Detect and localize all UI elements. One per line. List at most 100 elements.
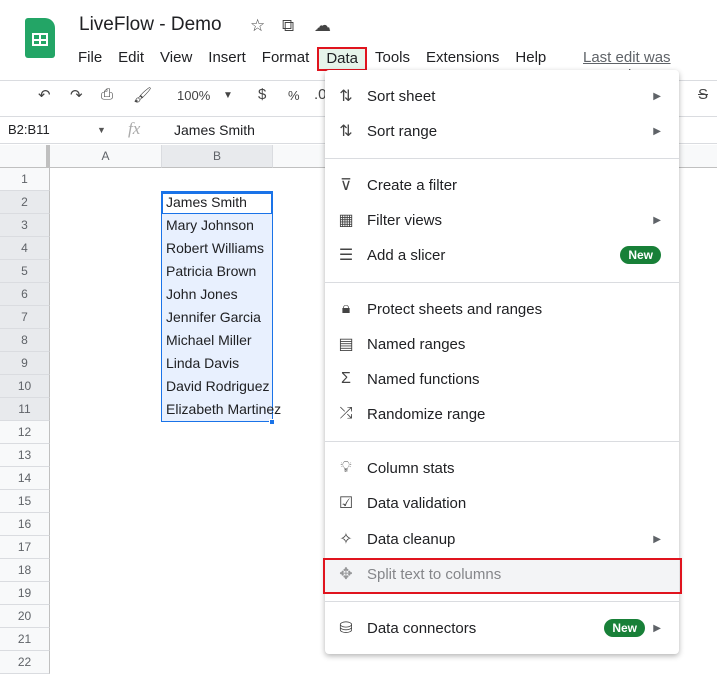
shuffle-icon: ⤮ <box>339 405 353 422</box>
new-badge: New <box>604 619 645 637</box>
row-header[interactable]: 5 <box>0 260 50 283</box>
menu-view[interactable]: View <box>152 47 200 71</box>
row-header[interactable]: 4 <box>0 237 50 260</box>
menu-item-named-ranges[interactable]: ▤ Named ranges <box>325 327 679 361</box>
submenu-arrow-icon: ▶ <box>653 533 661 545</box>
cell-b11[interactable]: Elizabeth Martinez <box>162 398 281 421</box>
menu-insert[interactable]: Insert <box>200 47 254 71</box>
filter-views-icon: ▦ <box>338 212 354 229</box>
menu-help[interactable]: Help <box>507 47 554 71</box>
sheets-logo[interactable] <box>25 18 55 58</box>
menu-bar: File Edit View Insert Format Data Tools … <box>70 47 554 71</box>
sort-icon: ⇅ <box>339 88 353 105</box>
cell-b6[interactable]: John Jones <box>162 283 272 306</box>
menu-item-sort-sheet[interactable]: ⇅ Sort sheet ▶ <box>325 79 679 113</box>
cell-b7[interactable]: Jennifer Garcia <box>162 306 272 329</box>
row-header[interactable]: 21 <box>0 628 50 651</box>
validation-icon: ☑ <box>338 495 354 512</box>
zoom-select[interactable]: 100% <box>177 88 210 103</box>
row-header[interactable]: 3 <box>0 214 50 237</box>
menu-tools[interactable]: Tools <box>367 47 418 71</box>
cell-b8[interactable]: Michael Miller <box>162 329 272 352</box>
cell-b4[interactable]: Robert Williams <box>162 237 272 260</box>
row-header[interactable]: 15 <box>0 490 50 513</box>
strikethrough-icon[interactable]: S <box>698 86 708 103</box>
row-header[interactable]: 9 <box>0 352 50 375</box>
menu-divider <box>325 601 679 602</box>
row-header[interactable]: 17 <box>0 536 50 559</box>
move-folder-icon[interactable]: ⧉ <box>282 16 294 36</box>
cell-b9[interactable]: Linda Davis <box>162 352 272 375</box>
new-badge: New <box>620 246 661 264</box>
cell-b2[interactable]: James Smith <box>162 191 272 214</box>
formula-input[interactable]: James Smith <box>174 122 255 138</box>
menu-item-sort-range[interactable]: ⇅ Sort range ▶ <box>325 114 679 148</box>
row-header[interactable]: 12 <box>0 421 50 444</box>
database-icon: ⛁ <box>339 620 353 637</box>
row-header[interactable]: 16 <box>0 513 50 536</box>
highlight-box <box>323 558 682 594</box>
row-header[interactable]: 13 <box>0 444 50 467</box>
row-header[interactable]: 22 <box>0 651 50 674</box>
column-header-a[interactable]: A <box>50 145 162 168</box>
row-header[interactable]: 7 <box>0 306 50 329</box>
row-header[interactable]: 20 <box>0 605 50 628</box>
lightbulb-icon: 💡︎ <box>340 459 352 476</box>
menu-extensions[interactable]: Extensions <box>418 47 507 71</box>
row-header[interactable]: 19 <box>0 582 50 605</box>
row-header[interactable]: 6 <box>0 283 50 306</box>
chevron-down-icon[interactable]: ▼ <box>97 125 106 135</box>
menu-item-label: Data validation <box>367 494 467 512</box>
star-icon[interactable]: ☆ <box>250 16 265 36</box>
currency-button[interactable]: $ <box>258 86 266 103</box>
menu-item-data-cleanup[interactable]: ✧ Data cleanup ▶ <box>325 522 679 556</box>
menu-file[interactable]: File <box>70 47 110 71</box>
named-ranges-icon: ▤ <box>338 336 354 353</box>
row-header[interactable]: 2 <box>0 191 50 214</box>
filter-icon: ⊽ <box>340 177 352 194</box>
menu-item-label: Named functions <box>367 370 480 388</box>
menu-edit[interactable]: Edit <box>110 47 152 71</box>
menu-item-add-a-slicer[interactable]: ☰ Add a slicer New <box>325 238 679 272</box>
row-header[interactable]: 14 <box>0 467 50 490</box>
submenu-arrow-icon: ▶ <box>653 622 661 634</box>
menu-item-label: Named ranges <box>367 335 466 353</box>
menu-item-named-functions[interactable]: Σ Named functions <box>325 362 679 396</box>
menu-data[interactable]: Data <box>317 47 367 71</box>
undo-icon[interactable]: ↶ <box>38 86 51 104</box>
fx-icon: fx <box>128 119 141 138</box>
redo-icon[interactable]: ↷ <box>70 86 83 104</box>
lock-icon: 🔒︎ <box>341 300 351 317</box>
row-header[interactable]: 8 <box>0 329 50 352</box>
column-header-b[interactable]: B <box>162 145 273 168</box>
select-all-corner[interactable] <box>0 145 50 168</box>
name-box[interactable]: B2:B11 <box>8 122 50 137</box>
menu-item-protect-sheets-and-ranges[interactable]: 🔒︎ Protect sheets and ranges <box>325 292 679 326</box>
cell-b10[interactable]: David Rodriguez <box>162 375 272 398</box>
row-header[interactable]: 1 <box>0 168 50 191</box>
menu-item-label: Create a filter <box>367 176 458 194</box>
menu-item-filter-views[interactable]: ▦ Filter views ▶ <box>325 203 679 237</box>
menu-item-randomize-range[interactable]: ⤮ Randomize range <box>325 397 679 431</box>
row-header[interactable]: 11 <box>0 398 50 421</box>
cloud-status-icon[interactable]: ☁ <box>314 16 331 36</box>
menu-format[interactable]: Format <box>254 47 318 71</box>
percent-button[interactable]: % <box>288 88 300 103</box>
paint-format-icon[interactable]: 🖌 <box>133 86 152 104</box>
submenu-arrow-icon: ▶ <box>653 90 661 102</box>
fill-handle[interactable] <box>269 419 275 425</box>
row-header[interactable]: 18 <box>0 559 50 582</box>
cell-b5[interactable]: Patricia Brown <box>162 260 272 283</box>
menu-item-column-stats[interactable]: 💡︎ Column stats <box>325 451 679 485</box>
row-header[interactable]: 10 <box>0 375 50 398</box>
chevron-down-icon[interactable]: ▼ <box>223 90 233 101</box>
sigma-icon: Σ <box>341 370 351 387</box>
menu-item-data-connectors[interactable]: ⛁ Data connectors New ▶ <box>325 611 679 645</box>
menu-divider <box>325 282 679 283</box>
print-icon[interactable]: ⎙ <box>101 86 113 103</box>
menu-item-data-validation[interactable]: ☑ Data validation <box>325 486 679 520</box>
document-title[interactable]: LiveFlow - Demo <box>79 14 222 36</box>
cell-b3[interactable]: Mary Johnson <box>162 214 272 237</box>
menu-item-label: Data cleanup <box>367 530 456 548</box>
menu-item-create-a-filter[interactable]: ⊽ Create a filter <box>325 168 679 202</box>
